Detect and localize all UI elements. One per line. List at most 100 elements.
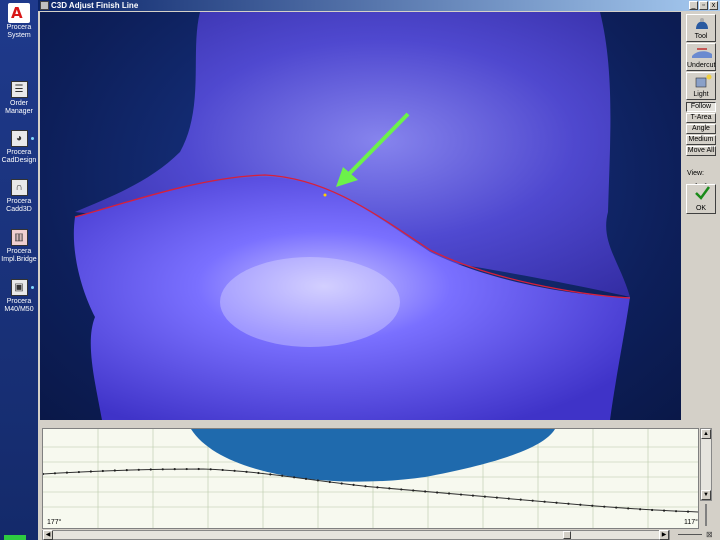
profile-vertical-scrollbar[interactable]: ▲ ▼ [700,428,712,501]
active-dot-icon [31,137,34,140]
preview-dome [191,429,555,482]
profile-sample-point[interactable] [173,468,176,471]
profile-sample-point[interactable] [293,476,296,479]
zoom-close-icon[interactable]: ⊠ [706,530,716,540]
profile-sample-point[interactable] [627,507,630,510]
light-button[interactable]: Light [686,72,716,100]
profile-sample-point[interactable] [257,471,260,475]
profile-sample-point[interactable] [113,469,116,472]
profile-sample-point[interactable] [686,510,690,513]
profile-sample-point[interactable] [459,493,463,496]
horizontal-zoom-control[interactable]: ⊠ [670,530,720,540]
profile-sample-point[interactable] [340,482,343,485]
profile-sample-point[interactable] [281,474,284,477]
tool-button[interactable]: Tool [686,14,716,42]
light-icon [687,73,715,89]
cad-design-icon: ◕ [10,130,28,147]
restore-button[interactable]: ▫ [699,1,708,10]
profile-sample-point[interactable] [436,491,439,494]
profile-sample-point[interactable] [483,495,486,498]
scroll-right-arrow-icon[interactable]: ▶ [659,530,669,540]
profile-sample-point[interactable] [567,502,570,505]
profile-sample-point[interactable] [161,468,164,471]
follow-button[interactable]: Follow [686,102,716,112]
profile-sample-point[interactable] [269,473,272,476]
profile-sample-point[interactable] [412,489,415,492]
profile-sample-point[interactable] [471,494,475,497]
profile-sample-point[interactable] [65,471,69,474]
profile-sample-point[interactable] [376,486,379,489]
profile-sample-point[interactable] [137,468,140,471]
profile-sample-point[interactable] [388,487,391,490]
profile-sample-point[interactable] [209,468,212,471]
profile-sample-point[interactable] [615,506,618,509]
profile-sample-point[interactable] [197,467,200,471]
profile-sample-point[interactable] [316,479,320,482]
profile-sample-point[interactable] [43,472,45,476]
horizontal-scroll-thumb[interactable] [563,531,571,539]
profile-sample-point[interactable] [245,470,248,473]
profile-sample-point[interactable] [304,477,308,480]
move-all-button[interactable]: Move All [686,146,716,156]
tool-label: Tool [694,33,708,40]
profile-sample-point[interactable] [674,510,678,513]
profile-sample-point[interactable] [662,509,666,512]
undercut-button[interactable]: Undercut [686,43,716,71]
profile-sample-point[interactable] [125,469,128,472]
profile-sample-point[interactable] [364,485,367,488]
ok-label: OK [695,205,707,212]
finish-line-point[interactable] [323,193,327,197]
profile-sample-point[interactable] [77,470,80,474]
procera-logo-icon[interactable]: A [8,3,30,23]
profile-sample-point[interactable] [101,469,104,473]
3d-viewport[interactable] [40,12,681,420]
profile-sample-point[interactable] [651,508,654,512]
profile-sample-point[interactable] [53,472,57,475]
profile-sample-point[interactable] [531,499,534,502]
window-title: C3D Adjust Finish Line [51,1,139,10]
profile-sample-point[interactable] [352,483,355,486]
scroll-left-arrow-icon[interactable]: ◀ [43,530,53,540]
profile-sample-point[interactable] [328,480,331,484]
ok-button[interactable]: OK [686,184,716,214]
profile-sample-point[interactable] [89,470,92,473]
window-titlebar[interactable]: C3D Adjust Finish Line _ ▫ x [38,0,720,11]
tool-icon [687,15,715,31]
angle-button[interactable]: Angle [686,124,716,134]
profile-sample-point[interactable] [579,503,582,506]
minimize-button[interactable]: _ [689,1,698,10]
profile-sample-point[interactable] [424,490,427,493]
sidebar-item-procera-system[interactable]: Procera System [0,24,38,40]
profile-sample-point[interactable] [591,504,594,507]
profile-sample-point[interactable] [221,468,224,472]
close-button[interactable]: x [709,1,718,10]
medium-button[interactable]: Medium [686,135,716,145]
scroll-down-arrow-icon[interactable]: ▼ [701,490,711,500]
profile-sample-point[interactable] [233,469,236,472]
t-area-button[interactable]: T-Area [686,113,716,123]
profile-sample-point[interactable] [543,500,546,503]
profile-sample-point[interactable] [519,498,522,501]
sidebar-item-impl-bridge[interactable]: ▥ Procera Impl.Bridge [0,229,38,264]
profile-sample-point[interactable] [495,496,498,499]
profile-sample-point[interactable] [185,467,188,471]
sidebar-item-label-line1: Procera [6,198,32,205]
sidebar-item-cad-design[interactable]: ◕ Procera CadDesign [0,130,38,165]
profile-sample-point[interactable] [447,492,451,495]
surface-highlight [220,257,400,347]
sidebar-item-m40-m50[interactable]: ▣ Procera M40/M50 [0,279,38,314]
profile-sample-point[interactable] [555,501,558,504]
profile-sample-point[interactable] [507,497,510,500]
sidebar-item-label-line2: System [7,32,31,39]
vertical-zoom-slider[interactable] [700,502,712,530]
active-dot-icon [31,286,34,289]
profile-sample-point[interactable] [603,505,606,508]
sidebar-item-cadd3d[interactable]: ∩ Procera Cadd3D [0,179,38,214]
scroll-up-arrow-icon[interactable]: ▲ [701,429,711,439]
finish-line-profile-panel[interactable]: 177° 117° [42,428,699,529]
profile-sample-point[interactable] [639,508,642,511]
profile-sample-point[interactable] [149,468,152,471]
profile-horizontal-scrollbar[interactable]: ◀ ▶ [42,530,670,540]
sidebar-item-order-manager[interactable]: ☰ Order Manager [0,81,38,116]
profile-sample-point[interactable] [400,488,403,491]
